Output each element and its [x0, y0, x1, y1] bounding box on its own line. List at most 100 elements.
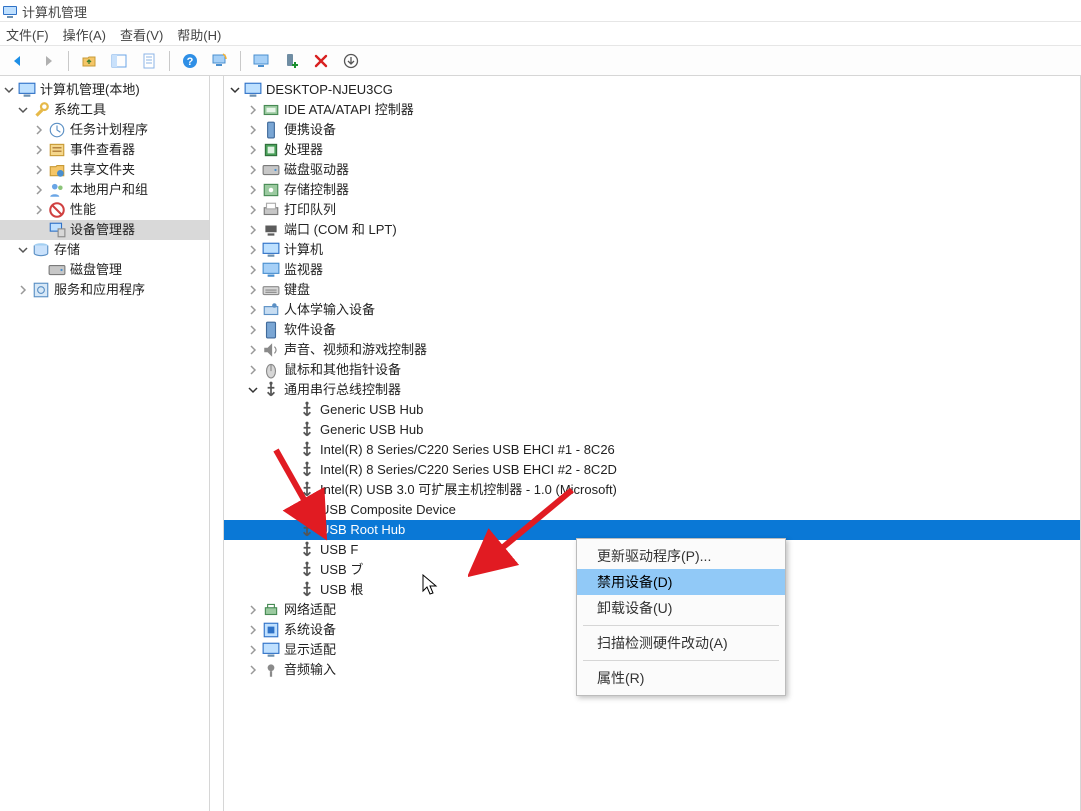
usb-child-ehci1[interactable]: Intel(R) 8 Series/C220 Series USB EHCI #… [224, 440, 1080, 460]
add-device-button[interactable] [279, 49, 303, 73]
chevron-right-icon[interactable] [246, 663, 260, 677]
tree-label: Intel(R) 8 Series/C220 Series USB EHCI #… [320, 440, 615, 460]
up-folder-button[interactable] [77, 49, 101, 73]
nav-storage[interactable]: 存储 [0, 240, 209, 260]
menu-action[interactable]: 操作(A) [63, 25, 106, 44]
cm-disable-device[interactable]: 禁用设备(D) [577, 569, 785, 595]
tree-label: 磁盘管理 [70, 260, 122, 280]
cat-sound[interactable]: 声音、视频和游戏控制器 [224, 340, 1080, 360]
chevron-down-icon[interactable] [16, 103, 30, 117]
chevron-right-icon[interactable] [246, 623, 260, 637]
nav-performance[interactable]: 性能 [0, 200, 209, 220]
chevron-right-icon[interactable] [32, 203, 46, 217]
chevron-right-icon[interactable] [246, 263, 260, 277]
cat-disk_drives[interactable]: 磁盘驱动器 [224, 160, 1080, 180]
menu-view[interactable]: 查看(V) [120, 25, 163, 44]
cat-monitors[interactable]: 监视器 [224, 260, 1080, 280]
usb-child-root_hub[interactable]: USB Root Hub [224, 520, 1080, 540]
cm-update-driver[interactable]: 更新驱动程序(P)... [577, 543, 785, 569]
menu-help[interactable]: 帮助(H) [177, 25, 221, 44]
chevron-right-icon[interactable] [246, 243, 260, 257]
nav-root[interactable]: 计算机管理(本地) [0, 80, 209, 100]
usb-icon [298, 501, 316, 519]
help-button[interactable]: ? [178, 49, 202, 73]
tree-label: 便携设备 [284, 120, 336, 140]
chevron-right-icon[interactable] [246, 163, 260, 177]
chevron-right-icon[interactable] [246, 323, 260, 337]
usb-child-xhci[interactable]: Intel(R) USB 3.0 可扩展主机控制器 - 1.0 (Microso… [224, 480, 1080, 500]
refresh-device-button[interactable] [208, 49, 232, 73]
chevron-right-icon[interactable] [32, 183, 46, 197]
chevron-right-icon[interactable] [32, 163, 46, 177]
cat-processor[interactable]: 处理器 [224, 140, 1080, 160]
back-button[interactable] [6, 49, 30, 73]
monitor-button[interactable] [249, 49, 273, 73]
cm-uninstall-device[interactable]: 卸载设备(U) [577, 595, 785, 621]
install-button[interactable] [339, 49, 363, 73]
cat-software_devices[interactable]: 软件设备 [224, 320, 1080, 340]
chevron-down-icon[interactable] [16, 243, 30, 257]
chevron-down-icon[interactable] [228, 83, 242, 97]
chevron-right-icon[interactable] [246, 283, 260, 297]
event-icon [48, 141, 66, 159]
nav-services-apps[interactable]: 服务和应用程序 [0, 280, 209, 300]
properties-button[interactable] [137, 49, 161, 73]
cm-separator [583, 660, 779, 661]
chevron-right-icon[interactable] [16, 283, 30, 297]
cat-computer[interactable]: 计算机 [224, 240, 1080, 260]
chevron-down-icon[interactable] [2, 83, 16, 97]
nav-local-users[interactable]: 本地用户和组 [0, 180, 209, 200]
chevron-right-icon[interactable] [246, 303, 260, 317]
chevron-right-icon[interactable] [32, 123, 46, 137]
tree-label: Intel(R) 8 Series/C220 Series USB EHCI #… [320, 460, 617, 480]
chevron-down-icon[interactable] [246, 383, 260, 397]
cm-properties[interactable]: 属性(R) [577, 665, 785, 691]
chevron-right-icon[interactable] [246, 103, 260, 117]
tree-label: 人体学输入设备 [284, 300, 375, 320]
cat-usb[interactable]: 通用串行总线控制器 [224, 380, 1080, 400]
chevron-right-icon[interactable] [32, 143, 46, 157]
chevron-right-icon[interactable] [246, 643, 260, 657]
splitter[interactable] [210, 76, 224, 811]
tree-label: 显示适配 [284, 640, 336, 660]
chevron-right-icon[interactable] [246, 343, 260, 357]
chevron-right-icon[interactable] [246, 123, 260, 137]
no-entry-icon [48, 201, 66, 219]
chevron-right-icon[interactable] [246, 223, 260, 237]
cat-portable[interactable]: 便携设备 [224, 120, 1080, 140]
left-nav-pane[interactable]: 计算机管理(本地) 系统工具 任务计划程序 [0, 76, 210, 811]
chevron-right-icon[interactable] [246, 143, 260, 157]
nav-device-manager[interactable]: 设备管理器 [0, 220, 209, 240]
panel-toggle-button[interactable] [107, 49, 131, 73]
chevron-right-icon[interactable] [246, 603, 260, 617]
menu-file[interactable]: 文件(F) [6, 25, 49, 44]
cat-ide[interactable]: IDE ATA/ATAPI 控制器 [224, 100, 1080, 120]
chevron-right-icon[interactable] [246, 183, 260, 197]
cm-scan-hardware[interactable]: 扫描检测硬件改动(A) [577, 630, 785, 656]
chevron-right-icon[interactable] [246, 203, 260, 217]
nav-shared-folders[interactable]: 共享文件夹 [0, 160, 209, 180]
nav-disk-mgmt[interactable]: 磁盘管理 [0, 260, 209, 280]
device-tree-pane[interactable]: DESKTOP-NJEU3CG IDE ATA/ATAPI 控制器便携设备处理器… [224, 76, 1080, 811]
cat-storage_ctrl[interactable]: 存储控制器 [224, 180, 1080, 200]
nav-event-viewer[interactable]: 事件查看器 [0, 140, 209, 160]
cat-hid[interactable]: 人体学输入设备 [224, 300, 1080, 320]
usb-child-composite[interactable]: USB Composite Device [224, 500, 1080, 520]
cat-mice[interactable]: 鼠标和其他指针设备 [224, 360, 1080, 380]
nav-system-tools[interactable]: 系统工具 [0, 100, 209, 120]
usb-child-hub1[interactable]: Generic USB Hub [224, 400, 1080, 420]
tree-label: 设备管理器 [70, 220, 135, 240]
tree-label: 磁盘驱动器 [284, 160, 349, 180]
cat-keyboards[interactable]: 键盘 [224, 280, 1080, 300]
usb-child-hub2[interactable]: Generic USB Hub [224, 420, 1080, 440]
usb-child-ehci2[interactable]: Intel(R) 8 Series/C220 Series USB EHCI #… [224, 460, 1080, 480]
cat-ports[interactable]: 端口 (COM 和 LPT) [224, 220, 1080, 240]
cat-print_queues[interactable]: 打印队列 [224, 200, 1080, 220]
delete-button[interactable] [309, 49, 333, 73]
chevron-right-icon[interactable] [246, 363, 260, 377]
context-menu[interactable]: 更新驱动程序(P)... 禁用设备(D) 卸载设备(U) 扫描检测硬件改动(A)… [576, 538, 786, 696]
nav-task-scheduler[interactable]: 任务计划程序 [0, 120, 209, 140]
forward-button[interactable] [36, 49, 60, 73]
tree-label: Generic USB Hub [320, 400, 423, 420]
device-root[interactable]: DESKTOP-NJEU3CG [224, 80, 1080, 100]
